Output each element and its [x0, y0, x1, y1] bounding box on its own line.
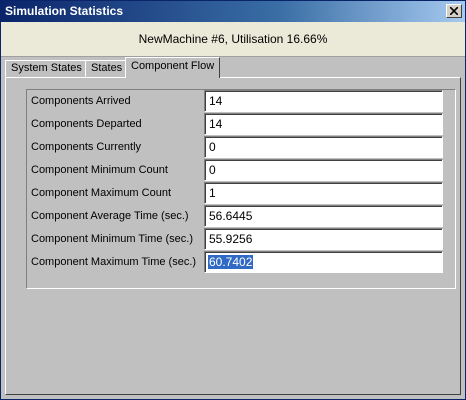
window-title: Simulation Statistics — [5, 4, 124, 18]
stat-row-currently: Components Currently 0 — [27, 136, 457, 158]
field-value: 14 — [209, 94, 223, 108]
field-value: 56.6445 — [209, 209, 253, 223]
simulation-statistics-window: Simulation Statistics NewMachine #6, Uti… — [0, 0, 466, 400]
field-label: Component Maximum Count — [31, 187, 172, 199]
machine-header: NewMachine #6, Utilisation 16.66% — [1, 22, 465, 57]
stat-row-max-count: Component Maximum Count 1 — [27, 182, 457, 204]
tab-system-states[interactable]: System States — [5, 60, 88, 77]
field-value: 0 — [209, 140, 216, 154]
stat-row-arrived: Components Arrived 14 — [27, 90, 457, 112]
stat-row-max-time: Component Maximum Time (sec.) 60.7402 — [27, 251, 457, 273]
component-maximum-count-field[interactable]: 1 — [204, 182, 443, 204]
components-departed-field[interactable]: 14 — [204, 113, 443, 135]
title-bar[interactable]: Simulation Statistics — [1, 1, 465, 22]
statistics-group: Components Arrived 14 Components Departe… — [26, 89, 456, 289]
field-value: 55.9256 — [209, 232, 253, 246]
field-value: 14 — [209, 117, 223, 131]
components-arrived-field[interactable]: 14 — [204, 90, 443, 112]
field-label: Component Average Time (sec.) — [31, 210, 189, 222]
field-value: 0 — [209, 163, 216, 177]
field-value-selected: 60.7402 — [208, 255, 254, 269]
field-label: Components Arrived — [31, 95, 131, 107]
field-label: Component Maximum Time (sec.) — [31, 256, 197, 268]
components-currently-field[interactable]: 0 — [204, 136, 443, 158]
close-icon — [450, 7, 458, 15]
tab-states[interactable]: States — [85, 60, 129, 77]
machine-utilisation-text: NewMachine #6, Utilisation 16.66% — [138, 32, 328, 46]
component-maximum-time-field[interactable]: 60.7402 — [204, 251, 443, 273]
stat-row-avg-time: Component Average Time (sec.) 56.6445 — [27, 205, 457, 227]
stat-row-departed: Components Departed 14 — [27, 113, 457, 135]
component-flow-panel: Components Arrived 14 Components Departe… — [5, 77, 461, 395]
field-label: Component Minimum Time (sec.) — [31, 233, 193, 245]
close-button[interactable] — [446, 4, 462, 18]
stat-row-min-count: Component Minimum Count 0 — [27, 159, 457, 181]
field-label: Components Departed — [31, 118, 142, 130]
field-label: Component Minimum Count — [31, 164, 168, 176]
stat-row-min-time: Component Minimum Time (sec.) 55.9256 — [27, 228, 457, 250]
field-value: 1 — [209, 186, 216, 200]
component-minimum-time-field[interactable]: 55.9256 — [204, 228, 443, 250]
component-average-time-field[interactable]: 56.6445 — [204, 205, 443, 227]
component-minimum-count-field[interactable]: 0 — [204, 159, 443, 181]
field-label: Components Currently — [31, 141, 142, 153]
tab-component-flow[interactable]: Component Flow — [125, 57, 221, 78]
